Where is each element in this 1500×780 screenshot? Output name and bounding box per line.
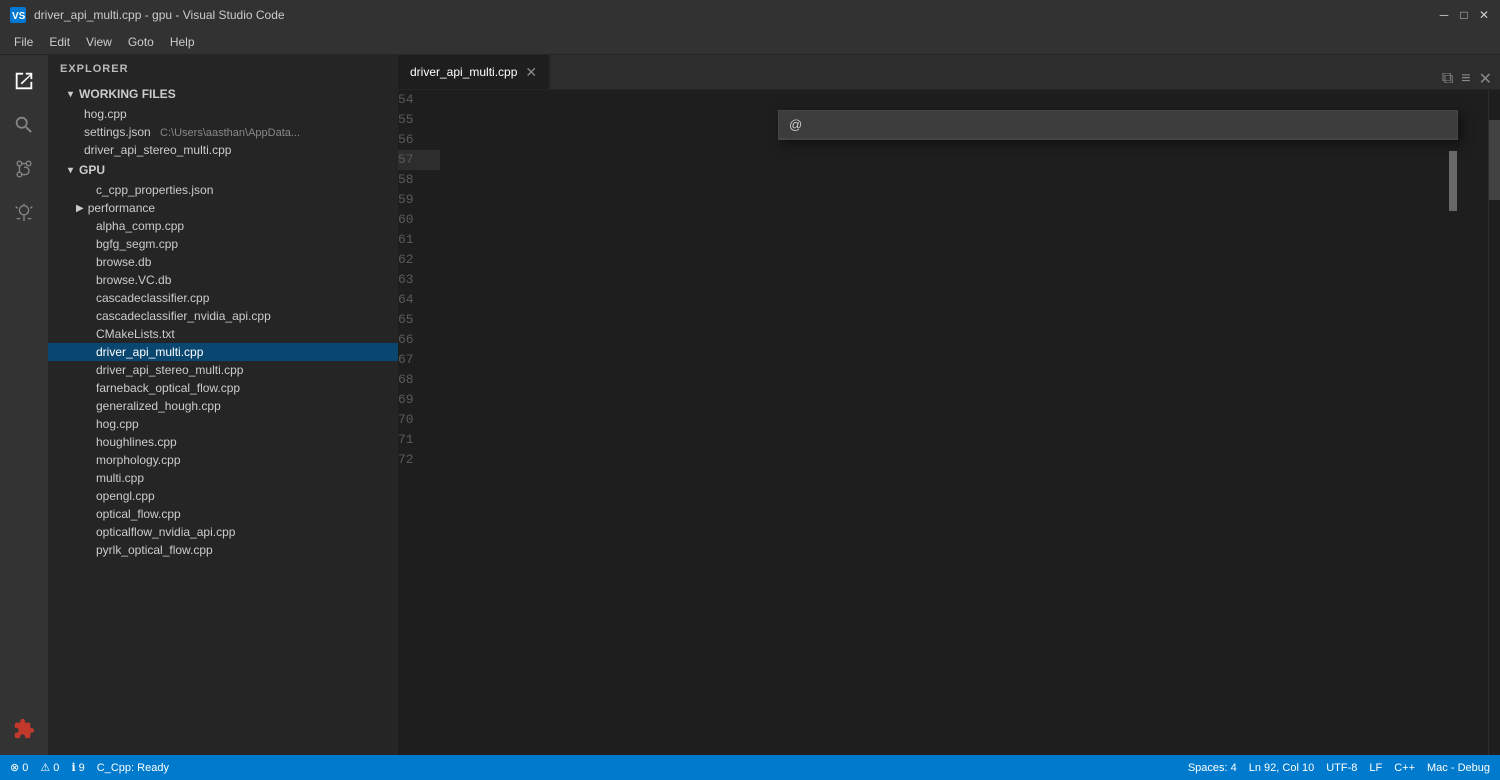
status-language[interactable]: C++ <box>1394 762 1415 774</box>
gpu-section[interactable]: ▾ GPU <box>48 159 398 181</box>
status-info[interactable]: ℹ 9 <box>71 761 84 774</box>
search-icon[interactable] <box>6 107 42 143</box>
sidebar-item-driver-stereo-multi[interactable]: driver_api_stereo_multi.cpp <box>48 361 398 379</box>
tab-bar: driver_api_multi.cpp ✕ ⧉ ≡ ✕ <box>398 55 1500 90</box>
explorer-header: EXPLORER <box>48 55 398 83</box>
extensions-icon[interactable] <box>6 711 42 747</box>
close-tab-icon[interactable]: ✕ <box>1479 69 1492 89</box>
autocomplete-search-input[interactable] <box>789 117 1447 132</box>
sidebar-item-settings[interactable]: settings.json C:\Users\aasthan\AppData..… <box>48 123 398 141</box>
window-controls: ─ □ ✕ <box>1438 9 1490 21</box>
sidebar-item-c-cpp-properties[interactable]: c_cpp_properties.json <box>48 181 398 199</box>
gpu-chevron: ▾ <box>68 165 73 176</box>
svg-text:VS: VS <box>12 11 26 22</box>
debug-icon[interactable] <box>6 195 42 231</box>
split-editor-icon[interactable]: ⧉ <box>1442 70 1453 88</box>
status-warnings[interactable]: ⚠ 0 <box>40 761 59 774</box>
working-files-chevron: ▾ <box>68 89 73 100</box>
sidebar-item-morphology[interactable]: morphology.cpp <box>48 451 398 469</box>
git-icon[interactable] <box>6 151 42 187</box>
menu-file[interactable]: File <box>6 33 41 51</box>
sidebar-item-driver-api-multi[interactable]: driver_api_multi.cpp <box>48 343 398 361</box>
menu-view[interactable]: View <box>78 33 120 51</box>
status-debug-mode[interactable]: Mac - Debug <box>1427 762 1490 774</box>
editor-area: driver_api_multi.cpp ✕ ⧉ ≡ ✕ 54555657585… <box>398 55 1500 755</box>
tab-close-icon[interactable]: ✕ <box>525 64 537 81</box>
sidebar: EXPLORER ▾ WORKING FILES hog.cpp setting… <box>48 55 398 755</box>
status-left: ⊗ 0 ⚠ 0 ℹ 9 C_Cpp: Ready <box>10 761 169 774</box>
sidebar-item-cascadeclassifier-nvidia[interactable]: cascadeclassifier_nvidia_api.cpp <box>48 307 398 325</box>
sidebar-item-driver-stereo[interactable]: driver_api_stereo_multi.cpp <box>48 141 398 159</box>
sidebar-item-multi[interactable]: multi.cpp <box>48 469 398 487</box>
sidebar-item-browse-db[interactable]: browse.db <box>48 253 398 271</box>
title-text: driver_api_multi.cpp - gpu - Visual Stud… <box>34 8 1438 22</box>
sidebar-item-hog2[interactable]: hog.cpp <box>48 415 398 433</box>
more-actions-icon[interactable]: ≡ <box>1461 70 1470 88</box>
sidebar-item-bgfg-segm[interactable]: bgfg_segm.cpp <box>48 235 398 253</box>
sidebar-item-cascadeclassifier[interactable]: cascadeclassifier.cpp <box>48 289 398 307</box>
sidebar-item-optical-flow[interactable]: optical_flow.cpp <box>48 505 398 523</box>
menu-bar: File Edit View Goto Help <box>0 30 1500 55</box>
minimap-thumb <box>1489 120 1500 200</box>
sidebar-item-hog[interactable]: hog.cpp <box>48 105 398 123</box>
menu-help[interactable]: Help <box>162 33 203 51</box>
autocomplete-search-box <box>779 111 1457 139</box>
code-container: 54555657585960616263646566676869707172 <box>398 90 1500 755</box>
title-bar: VS driver_api_multi.cpp - gpu - Visual S… <box>0 0 1500 30</box>
sidebar-item-houghlines[interactable]: houghlines.cpp <box>48 433 398 451</box>
autocomplete-scrollbar-thumb <box>1449 151 1457 211</box>
menu-goto[interactable]: Goto <box>120 33 162 51</box>
line-numbers: 54555657585960616263646566676869707172 <box>398 90 448 755</box>
maximize-button[interactable]: □ <box>1458 9 1470 21</box>
editor-tab-active[interactable]: driver_api_multi.cpp ✕ <box>398 55 550 89</box>
status-cpp-ready[interactable]: C_Cpp: Ready <box>97 762 169 774</box>
autocomplete-dropdown <box>778 110 1458 140</box>
status-position[interactable]: Ln 92, Col 10 <box>1249 762 1314 774</box>
sidebar-item-farneback[interactable]: farneback_optical_flow.cpp <box>48 379 398 397</box>
sidebar-item-pyrlk[interactable]: pyrlk_optical_flow.cpp <box>48 541 398 559</box>
minimize-button[interactable]: ─ <box>1438 9 1450 21</box>
performance-chevron: ▶ <box>76 203 84 214</box>
sidebar-item-cmake[interactable]: CMakeLists.txt <box>48 325 398 343</box>
sidebar-item-performance[interactable]: ▶ performance <box>48 199 398 217</box>
activity-bar <box>0 55 48 755</box>
tab-filename: driver_api_multi.cpp <box>410 65 517 79</box>
status-spaces[interactable]: Spaces: 4 <box>1188 762 1237 774</box>
working-files-section[interactable]: ▾ WORKING FILES <box>48 83 398 105</box>
status-bar: ⊗ 0 ⚠ 0 ℹ 9 C_Cpp: Ready Spaces: 4 Ln 92… <box>0 755 1500 780</box>
sidebar-item-opticalflow-nvidia[interactable]: opticalflow_nvidia_api.cpp <box>48 523 398 541</box>
status-encoding[interactable]: UTF-8 <box>1326 762 1357 774</box>
close-button[interactable]: ✕ <box>1478 9 1490 21</box>
status-errors[interactable]: ⊗ 0 <box>10 761 28 774</box>
explorer-icon[interactable] <box>6 63 42 99</box>
sidebar-item-browse-vc-db[interactable]: browse.VC.db <box>48 271 398 289</box>
status-line-endings[interactable]: LF <box>1369 762 1382 774</box>
status-right: Spaces: 4 Ln 92, Col 10 UTF-8 LF C++ Mac… <box>1188 762 1490 774</box>
sidebar-item-alpha-comp[interactable]: alpha_comp.cpp <box>48 217 398 235</box>
code-editor[interactable] <box>448 90 1488 755</box>
minimap <box>1488 90 1500 755</box>
menu-edit[interactable]: Edit <box>41 33 78 51</box>
sidebar-item-opengl[interactable]: opengl.cpp <box>48 487 398 505</box>
sidebar-item-generalized-hough[interactable]: generalized_hough.cpp <box>48 397 398 415</box>
vscode-icon: VS <box>10 7 26 23</box>
main-layout: EXPLORER ▾ WORKING FILES hog.cpp setting… <box>0 55 1500 755</box>
